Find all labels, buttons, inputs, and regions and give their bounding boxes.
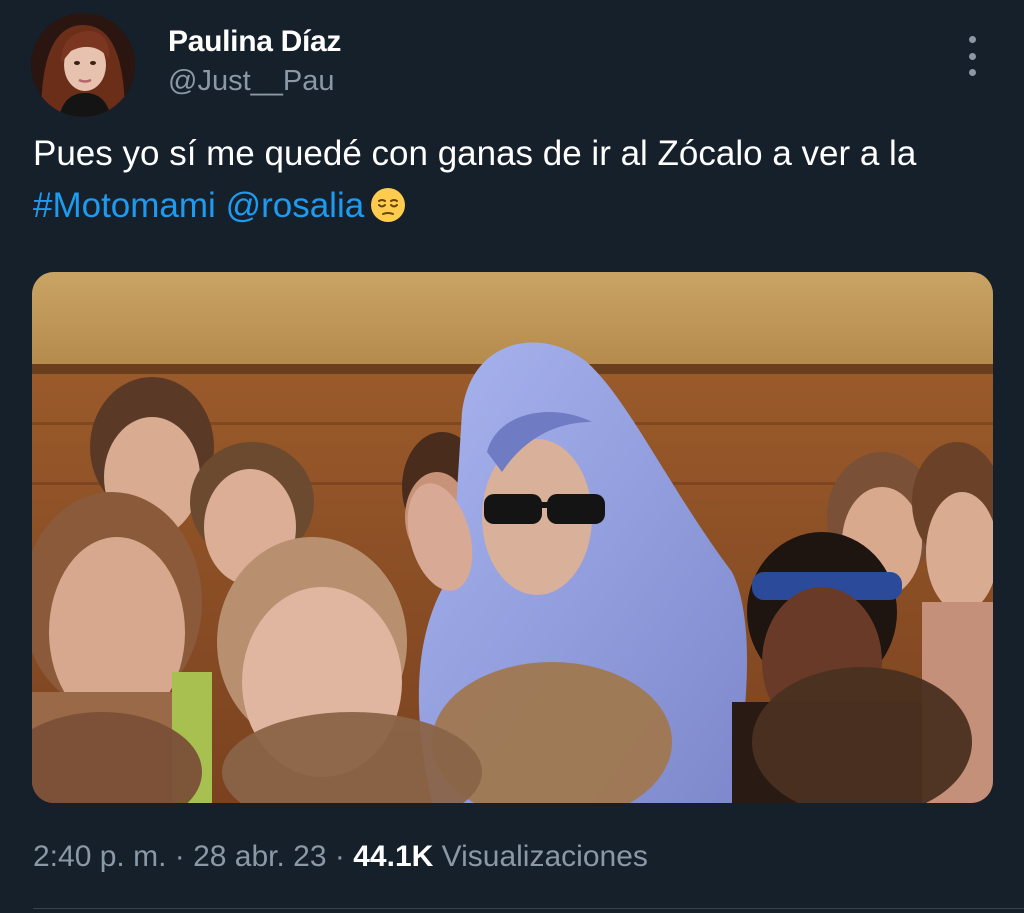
tweet-text-line: Pues yo sí me quedé con ganas de ir al Z… xyxy=(33,134,917,173)
mention-link[interactable]: @rosalia xyxy=(226,186,365,225)
pensive-face-emoji-icon xyxy=(371,188,406,222)
hashtag-link[interactable]: #Motomami xyxy=(33,186,216,225)
tweet-text: Pues yo sí me quedé con ganas de ir al Z… xyxy=(33,128,993,232)
views-label: Visualizaciones xyxy=(441,840,648,873)
meta-separator: · xyxy=(174,840,185,873)
avatar[interactable] xyxy=(31,13,135,117)
meta-separator: · xyxy=(334,840,345,873)
tweet-meta: 2:40 p. m. · 28 abr. 23 · 44.1K Visualiz… xyxy=(33,840,648,874)
handle[interactable]: @Just__Pau xyxy=(168,65,334,98)
tweet-media-photo[interactable] xyxy=(32,272,993,803)
tweet-date[interactable]: 28 abr. 23 xyxy=(193,840,326,873)
more-vertical-icon[interactable] xyxy=(958,36,986,76)
display-name[interactable]: Paulina Díaz xyxy=(168,25,341,59)
tweet: Paulina Díaz @Just__Pau Pues yo sí me qu… xyxy=(0,0,1024,913)
divider xyxy=(33,908,1024,909)
tweet-time[interactable]: 2:40 p. m. xyxy=(33,840,166,873)
views-count[interactable]: 44.1K xyxy=(353,840,433,873)
